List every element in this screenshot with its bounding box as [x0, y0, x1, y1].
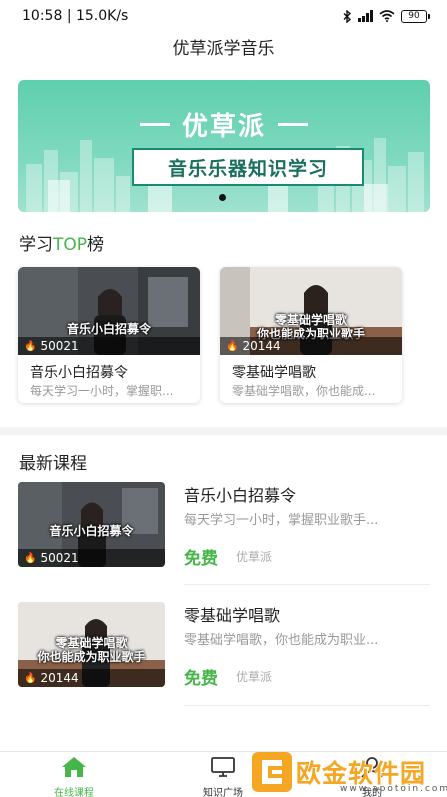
wifi-icon [379, 10, 395, 22]
status-time: 10:58 [22, 8, 63, 24]
course-provider: 优草派 [236, 550, 273, 564]
course-price: 免费 [184, 549, 218, 569]
course-description: 每天学习一小时，掌握职业歌手... [184, 513, 379, 528]
fire-icon: 🔥 [24, 672, 37, 684]
carousel-indicator[interactable] [219, 194, 226, 201]
list-divider [184, 584, 430, 585]
view-count: 🔥 50021 [18, 337, 200, 355]
watermark-url: www.apotoin.com [340, 784, 447, 794]
banner-subtitle-box: 音乐乐器知识学习 [132, 148, 364, 186]
fire-icon: 🔥 [24, 340, 37, 352]
latest-section-title: 最新课程 [19, 454, 87, 474]
tab-label: 在线课程 [54, 788, 94, 797]
view-count: 🔥 50021 [18, 549, 165, 567]
course-title: 音乐小白招募令 [30, 365, 128, 381]
watermark-logo [252, 752, 292, 792]
section-divider [0, 427, 447, 435]
course-thumbnail: 音乐小白招募令 🔥 50021 [18, 267, 200, 355]
watermark: 欧金软件园 www.apotoin.com [252, 752, 447, 796]
network-speed: 15.0K/s [75, 8, 129, 24]
banner-headline: 优草派 [18, 106, 430, 143]
course-title: 音乐小白招募令 [184, 486, 297, 505]
battery-icon: 90 [401, 9, 430, 23]
course-description: 零基础学唱歌，你也能成为职业... [184, 633, 379, 648]
banner-cityscape [26, 138, 424, 212]
status-right: 90 [343, 9, 430, 23]
view-count: 🔥 20144 [18, 669, 165, 687]
course-provider: 优草派 [236, 670, 273, 684]
course-title: 零基础学唱歌 [232, 365, 316, 381]
thumbnail-caption-line2: 你也能成为职业歌手 [37, 650, 146, 664]
course-description: 每天学习一小时，掌握职... [30, 384, 174, 398]
latest-course-item[interactable]: 音乐小白招募令 🔥 50021 音乐小白招募令 每天学习一小时，掌握职业歌手..… [18, 482, 430, 582]
thumbnail-caption: 音乐小白招募令 [49, 524, 134, 538]
status-left: 10:58 | 15.0K/s [22, 8, 129, 24]
course-thumbnail: 零基础学唱歌 你也能成为职业歌手 🔥 20144 [18, 602, 165, 687]
top-course-card[interactable]: 音乐小白招募令 🔥 50021 音乐小白招募令 每天学习一小时，掌握职... [18, 267, 200, 403]
course-thumbnail: 零基础学唱歌 你也能成为职业歌手 🔥 20144 [220, 267, 402, 355]
course-title: 零基础学唱歌 [184, 606, 281, 625]
banner-carousel[interactable]: 优草派 音乐乐器知识学习 [18, 80, 430, 212]
monitor-icon [211, 757, 235, 777]
banner-subtitle: 音乐乐器知识学习 [167, 157, 328, 180]
tab-online-courses[interactable]: 在线课程 [24, 756, 124, 797]
status-bar: 10:58 | 15.0K/s 90 [0, 0, 447, 32]
view-count: 🔥 20144 [220, 337, 402, 355]
signal-icon [358, 10, 373, 22]
thumbnail-caption: 音乐小白招募令 [66, 322, 151, 336]
list-divider [184, 705, 430, 706]
bluetooth-icon [343, 9, 352, 23]
top-section-title: 学习TOP榜 [19, 235, 105, 255]
latest-course-item[interactable]: 零基础学唱歌 你也能成为职业歌手 🔥 20144 零基础学唱歌 零基础学唱歌，你… [18, 602, 430, 702]
home-icon [62, 757, 86, 777]
top-course-card[interactable]: 零基础学唱歌 你也能成为职业歌手 🔥 20144 零基础学唱歌 零基础学唱歌，你… [220, 267, 402, 403]
course-thumbnail: 音乐小白招募令 🔥 50021 [18, 482, 165, 567]
fire-icon: 🔥 [226, 340, 239, 352]
banner-brand: 优草派 [181, 112, 266, 142]
page-title: 优草派学音乐 [172, 39, 275, 59]
course-price: 免费 [184, 669, 218, 689]
fire-icon: 🔥 [24, 552, 37, 564]
course-description: 零基础学唱歌，你也能成... [232, 384, 376, 398]
battery-level: 90 [408, 10, 420, 21]
